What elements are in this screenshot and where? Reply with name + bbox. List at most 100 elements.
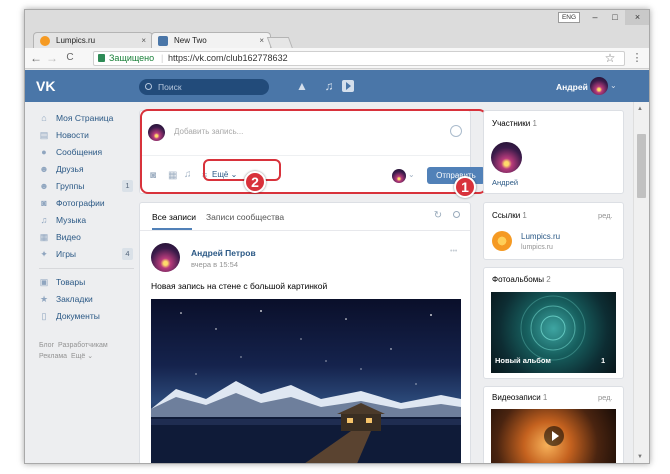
search-placeholder: Поиск	[158, 82, 182, 92]
play-icon[interactable]	[342, 80, 354, 92]
post-menu-icon[interactable]: •••	[450, 247, 457, 257]
footer-ads-link[interactable]: Реклама	[39, 353, 67, 360]
album-cover[interactable]: Новый альбом 1	[491, 292, 616, 373]
vk-favicon-icon	[158, 36, 168, 46]
sidebar-item-video[interactable]: ▦ Видео	[39, 229, 81, 245]
links-edit-link[interactable]: ред.	[598, 211, 613, 221]
sidebar-item-friends[interactable]: ☻ Друзья	[39, 161, 83, 177]
search-input[interactable]: Поиск	[139, 79, 269, 95]
games-count-badge: 4	[122, 248, 133, 260]
bookmark-star-icon[interactable]: ☆	[603, 51, 617, 65]
footer-blog-link[interactable]: Блог	[39, 342, 54, 349]
tab-new-two[interactable]: New Two ×	[151, 32, 271, 49]
groups-count-badge: 1	[122, 180, 133, 192]
sidebar-item-goods[interactable]: ▣ Товары	[39, 274, 86, 290]
star-icon: ★	[39, 294, 49, 304]
sidebar-item-photos[interactable]: ◙ Фотографии	[39, 195, 104, 211]
links-card: Ссылки 1 ред. Lumpics.ru lumpics.ru	[483, 202, 624, 260]
member-avatar[interactable]	[491, 142, 522, 173]
close-window-button[interactable]: ×	[625, 10, 649, 25]
refresh-icon[interactable]: ↻	[432, 210, 444, 222]
menu-icon[interactable]: ⋮	[630, 51, 644, 65]
videos-edit-link[interactable]: ред.	[598, 393, 613, 403]
scroll-up-icon[interactable]: ▲	[637, 106, 643, 112]
play-icon[interactable]	[544, 426, 564, 446]
tab-close-icon[interactable]: ×	[259, 33, 264, 49]
tab-label: Lumpics.ru	[56, 36, 96, 45]
sidebar-footer-row2: Реклама Ещё ⌄	[39, 352, 93, 362]
sidebar-item-news[interactable]: ▤ Новости	[39, 127, 89, 143]
post-author-name[interactable]: Андрей Петров	[191, 248, 256, 259]
wall-feed: Все записи Записи сообщества ↻ Андрей Пе…	[139, 202, 471, 463]
member-name[interactable]: Андрей	[492, 178, 518, 188]
post-author-avatar[interactable]	[151, 243, 180, 272]
search-icon	[145, 83, 152, 90]
sidebar-item-groups[interactable]: ☻ Группы 1	[39, 178, 133, 194]
post-text: Новая запись на стене с большой картинко…	[151, 281, 328, 291]
tabs-divider	[140, 230, 470, 231]
scrollbar-thumb[interactable]	[637, 134, 646, 198]
album-name: Новый альбом	[495, 356, 551, 365]
groups-icon: ☻	[39, 181, 49, 191]
chevron-down-icon: ⌄	[87, 353, 94, 360]
news-icon: ▤	[39, 130, 49, 140]
albums-card: Фотоальбомы 2 Новый альбом 1	[483, 267, 624, 379]
page-scrollbar[interactable]: ▲ ▼	[633, 102, 649, 463]
camera-icon: ◙	[41, 198, 47, 208]
back-button[interactable]: ←	[29, 51, 43, 65]
tab-close-icon[interactable]: ×	[141, 33, 146, 49]
links-title[interactable]: Ссылки 1	[492, 211, 527, 221]
video-thumbnail[interactable]	[491, 409, 616, 463]
members-card: Участники 1 Андрей	[483, 110, 624, 194]
tab-label: New Two	[174, 36, 207, 45]
video-icon: ▦	[39, 232, 49, 242]
highlight-composer-box	[140, 109, 487, 194]
link-name[interactable]: Lumpics.ru	[521, 232, 560, 242]
members-title[interactable]: Участники 1	[492, 119, 537, 129]
forward-button[interactable]: →	[45, 51, 59, 65]
games-icon: ✦	[40, 249, 48, 259]
url-field[interactable]: Защищено | https://vk.com/club162778632	[93, 51, 625, 66]
sidebar-footer-row1: Блог Разработчикам	[39, 341, 108, 351]
sidebar-item-music[interactable]: ♫ Музыка	[39, 212, 86, 228]
post-image[interactable]	[151, 299, 461, 463]
post-time[interactable]: вчера в 15:54	[191, 260, 238, 270]
friends-icon: ☻	[39, 164, 49, 174]
music-icon[interactable]: ♫	[323, 79, 335, 93]
browser-window: ENG – □ × Lumpics.ru × New Two × ← → C З…	[24, 9, 650, 464]
sidebar-item-documents[interactable]: ▯ Документы	[39, 308, 100, 324]
scroll-down-icon[interactable]: ▼	[637, 454, 643, 460]
lock-icon	[98, 54, 105, 62]
bag-icon: ▣	[39, 277, 49, 287]
minimize-button[interactable]: –	[585, 10, 605, 25]
vk-logo[interactable]: VK	[36, 77, 60, 95]
language-indicator: ENG	[558, 12, 580, 23]
albums-title[interactable]: Фотоальбомы 2	[492, 275, 551, 285]
highlight-more-box	[203, 159, 281, 181]
reload-button[interactable]: C	[63, 51, 77, 65]
tab-lumpics[interactable]: Lumpics.ru ×	[33, 32, 153, 49]
lumpics-logo-icon[interactable]	[492, 231, 512, 251]
footer-more-link[interactable]: Ещё	[71, 353, 85, 360]
album-photo-count: 1	[601, 356, 606, 365]
sidebar-item-bookmarks[interactable]: ★ Закладки	[39, 291, 93, 307]
sidebar-item-games[interactable]: ✦ Игры 4	[39, 246, 133, 262]
tab-community-posts[interactable]: Записи сообщества	[206, 211, 284, 223]
sidebar-item-my-page[interactable]: ⌂ Моя Страница	[39, 110, 113, 126]
music-icon: ♫	[40, 215, 48, 225]
notifications-bell-icon[interactable]: ▲	[296, 79, 308, 93]
url-text: https://vk.com/club162778632	[168, 53, 288, 63]
maximize-button[interactable]: □	[605, 10, 625, 25]
chevron-down-icon[interactable]: ⌄	[610, 80, 617, 92]
user-name[interactable]: Андрей	[556, 80, 588, 94]
videos-title[interactable]: Видеозаписи 1	[492, 393, 547, 403]
messages-icon: ●	[41, 147, 47, 157]
footer-developers-link[interactable]: Разработчикам	[58, 342, 108, 349]
user-avatar[interactable]	[590, 77, 608, 95]
document-icon: ▯	[41, 311, 47, 321]
sidebar-item-messages[interactable]: ● Сообщения	[39, 144, 102, 160]
tab-all-posts[interactable]: Все записи	[152, 211, 196, 223]
step-badge-2: 2	[244, 171, 266, 193]
link-url: lumpics.ru	[521, 244, 553, 251]
search-icon[interactable]	[452, 210, 464, 222]
